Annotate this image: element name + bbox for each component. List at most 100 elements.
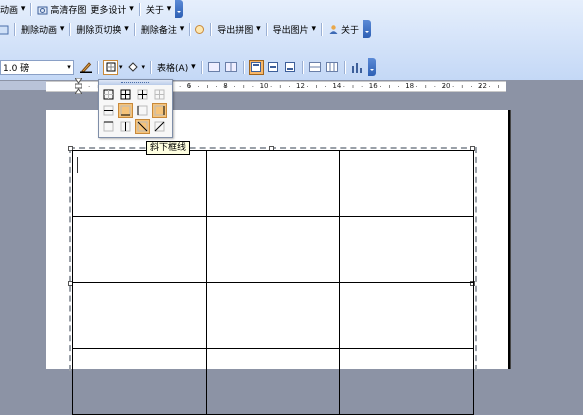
chevron-down-icon[interactable]: ▾ (65, 63, 73, 71)
align-top-icon (251, 62, 262, 72)
all-borders-button[interactable] (118, 87, 133, 102)
tooltip: 斜下框线 (146, 141, 191, 155)
table-cell[interactable] (339, 348, 474, 415)
about-button[interactable]: 关于 (326, 21, 361, 37)
separator (97, 60, 99, 74)
table-cell[interactable] (72, 216, 207, 283)
ruler-label: 8 (223, 82, 228, 90)
about-menu[interactable]: 关于 ▾ (144, 1, 173, 17)
table-cell[interactable] (72, 150, 207, 217)
document-table[interactable] (72, 150, 474, 415)
diagonal-down-border-button[interactable] (135, 119, 150, 134)
chevron-down-icon[interactable]: ▾ (119, 63, 123, 71)
inside-borders-button[interactable] (135, 87, 150, 102)
separator (343, 60, 346, 74)
split-cells-icon (225, 62, 238, 72)
shading-color-button[interactable] (126, 60, 141, 75)
ruler-label: 22 (478, 82, 487, 90)
table-cell[interactable] (205, 282, 341, 349)
no-border-button[interactable] (152, 87, 167, 102)
inside-horizontal-border-icon (103, 105, 114, 116)
table-menu[interactable]: 表格(A) ▾ (155, 59, 198, 75)
align-middle-button[interactable] (266, 60, 281, 75)
top-border-button[interactable] (101, 119, 116, 134)
align-bottom-icon (285, 62, 296, 72)
drag-handle[interactable] (99, 80, 172, 85)
diagonal-up-border-button[interactable] (152, 119, 167, 134)
ruler-label: 10 (259, 82, 269, 90)
refresh-icon[interactable] (194, 24, 205, 35)
delete-notes-menu[interactable]: 删除备注 ▾ (139, 21, 186, 37)
export-image-label: 导出图片 (272, 25, 309, 36)
diagonal-down-border-icon (137, 121, 148, 132)
export-image-menu[interactable]: 导出图片 ▾ (271, 21, 318, 37)
table-row (72, 216, 474, 283)
align-bottom-button[interactable] (283, 60, 298, 75)
table-cell[interactable] (339, 216, 474, 283)
separator (200, 60, 203, 74)
inside-horizontal-border-button[interactable] (101, 103, 116, 118)
right-border-button[interactable] (152, 103, 167, 118)
merge-cells-icon (208, 62, 221, 72)
toolbar-row-1: 动画 ▾ 高清存图 更多设计 ▾ 关于 ▾ (0, 0, 184, 18)
align-top-button[interactable] (248, 59, 264, 75)
line-weight-select[interactable]: 1.0 磅 ▾ (0, 59, 74, 75)
chart-button[interactable] (350, 60, 365, 75)
toolbar-options-button[interactable] (175, 0, 184, 18)
table-cell[interactable] (72, 282, 207, 349)
diagonal-up-border-icon (154, 121, 165, 132)
table-cell[interactable] (339, 282, 474, 349)
distribute-columns-button[interactable] (325, 60, 340, 75)
more-design-menu[interactable]: 更多设计 ▾ (88, 1, 135, 17)
separator (14, 22, 16, 36)
table-cell[interactable] (205, 216, 341, 283)
left-border-button[interactable] (135, 103, 150, 118)
hourglass-icon (74, 77, 83, 95)
separator (321, 22, 324, 36)
border-style-button[interactable] (103, 59, 118, 75)
export-collage-label: 导出拼图 (217, 25, 254, 36)
table-cell[interactable] (339, 150, 474, 217)
toolbar-options-button[interactable] (363, 20, 372, 38)
separator (133, 22, 136, 36)
separator (150, 60, 153, 74)
table-cell[interactable] (205, 150, 341, 217)
indent-marker[interactable] (74, 77, 83, 95)
delete-transition-label: 删除页切换 (76, 25, 122, 36)
border-color-button[interactable] (78, 60, 93, 75)
all-borders-icon (120, 89, 131, 100)
outside-border-icon (106, 62, 115, 72)
left-border-icon (137, 105, 148, 116)
separator (210, 22, 213, 36)
delete-transition-menu[interactable]: 删除页切换 ▾ (74, 21, 130, 37)
paint-bucket-icon (128, 62, 138, 72)
toolbar-options-button[interactable] (367, 58, 376, 76)
distribute-rows-button[interactable] (308, 60, 323, 75)
table-cell[interactable] (205, 348, 341, 415)
delete-animation-menu[interactable]: 删除动画 ▾ (19, 21, 66, 37)
merge-cells-button[interactable] (207, 60, 222, 75)
outside-border-button[interactable] (101, 87, 116, 102)
hd-save-image-button[interactable]: 高清存图 (35, 1, 88, 17)
inside-vertical-border-button[interactable] (118, 119, 133, 134)
separator (69, 22, 72, 36)
chevron-down-icon[interactable]: ▾ (142, 63, 146, 71)
right-border-icon (154, 105, 165, 116)
ruler-label: 18 (405, 82, 415, 90)
toolbar-row-3: 1.0 磅 ▾ ▾ ▾ 表格(A) ▾ (0, 58, 376, 76)
separator (242, 60, 245, 74)
export-collage-menu[interactable]: 导出拼图 ▾ (215, 21, 262, 37)
inside-borders-icon (137, 89, 148, 100)
ruler-label: 6 (186, 82, 192, 90)
camera-icon (37, 6, 48, 14)
distribute-rows-icon (309, 62, 322, 72)
bottom-border-button[interactable] (118, 103, 133, 118)
bar-chart-icon (352, 62, 363, 73)
text-cursor (77, 157, 78, 173)
table-cell[interactable] (72, 348, 207, 415)
animation-menu[interactable]: 动画 ▾ (0, 1, 27, 17)
ruler-label: 16 (368, 82, 378, 90)
animation-menu-label: 动画 (0, 5, 19, 16)
table-row (72, 282, 474, 349)
split-cells-button[interactable] (224, 60, 239, 75)
